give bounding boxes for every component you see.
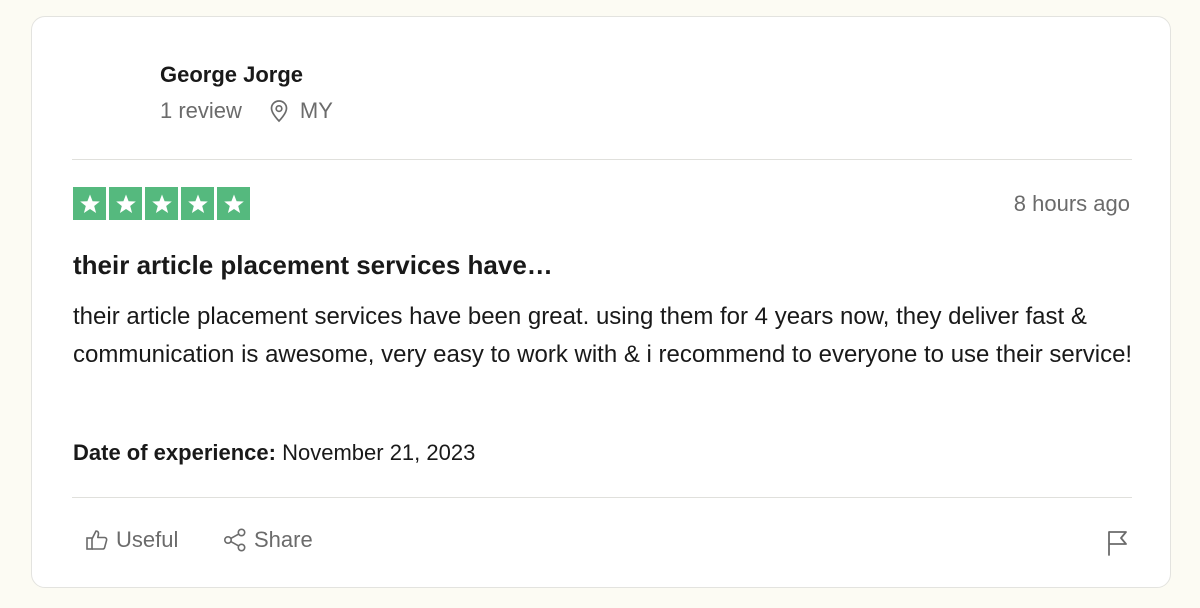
date-of-experience: Date of experience: November 21, 2023 bbox=[73, 440, 475, 466]
star-icon bbox=[73, 187, 106, 220]
useful-button[interactable]: Useful bbox=[84, 527, 178, 553]
report-flag-button[interactable] bbox=[1105, 529, 1131, 562]
useful-label: Useful bbox=[116, 527, 179, 552]
review-count: 1 review bbox=[160, 98, 242, 123]
divider bbox=[72, 159, 1132, 160]
location-pin-icon bbox=[268, 99, 290, 123]
avatar bbox=[74, 61, 144, 131]
share-label: Share bbox=[254, 527, 313, 552]
thumbs-up-icon bbox=[84, 527, 110, 553]
star-icon bbox=[109, 187, 142, 220]
review-date: 8 hours ago bbox=[1013, 191, 1130, 216]
flag-icon bbox=[1105, 529, 1131, 562]
divider bbox=[72, 497, 1132, 498]
reviewer-country: MY bbox=[299, 98, 333, 123]
review-title[interactable]: their article placement services have… bbox=[73, 250, 553, 281]
star-rating bbox=[73, 187, 250, 220]
star-icon bbox=[181, 187, 214, 220]
share-button[interactable]: Share bbox=[222, 527, 313, 553]
review-body: their article placement services have be… bbox=[73, 303, 1133, 368]
experience-label: Date of experience: bbox=[73, 440, 276, 465]
reviewer-name[interactable]: George Jorge bbox=[160, 62, 303, 88]
star-icon bbox=[145, 187, 178, 220]
review-card: George Jorge 1 review MY 8 hours ago the… bbox=[31, 16, 1171, 588]
share-icon bbox=[222, 527, 248, 553]
star-icon bbox=[217, 187, 250, 220]
experience-date: November 21, 2023 bbox=[282, 440, 476, 465]
reviewer-meta: 1 review MY bbox=[160, 98, 333, 124]
